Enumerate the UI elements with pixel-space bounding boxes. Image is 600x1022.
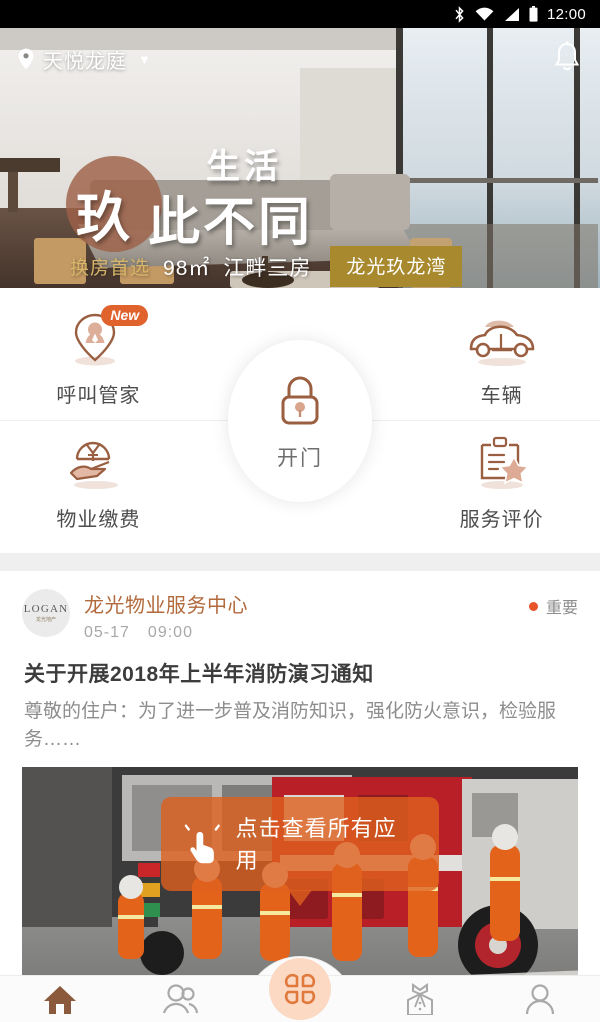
- news-body: 尊敬的住户：为了进一步普及消防知识，强化防火意识，检验服务……: [24, 701, 557, 750]
- tooltip-view-all-apps[interactable]: 点击查看所有应用: [161, 797, 439, 907]
- quick-action-property-payment[interactable]: 物业缴费: [0, 421, 197, 544]
- status-bar: 12:00: [0, 0, 600, 28]
- bottom-navigation: [0, 957, 600, 1022]
- apps-center-button[interactable]: [269, 957, 331, 1020]
- status-bar-time: 12:00: [546, 5, 586, 23]
- tooltip-text: 点击查看所有应用: [235, 816, 397, 874]
- tab-community[interactable]: [120, 976, 240, 1022]
- banner-hero-line-3: 此不同: [148, 194, 314, 252]
- news-meta: 龙光物业服务中心 05-17 09:00: [84, 589, 529, 642]
- app-root: 12:00 天悦龙庭 ▼ 生活 玖 此不同 换房首选 98㎡ 江畔三房 龙光玖龙…: [0, 0, 600, 1022]
- quick-action-call-butler[interactable]: New 呼叫管家: [0, 296, 197, 420]
- news-date: 05-17: [84, 624, 130, 641]
- tab-butler[interactable]: [360, 976, 480, 1022]
- car-icon-wrap: [463, 309, 541, 367]
- chevron-down-icon[interactable]: ▼: [138, 52, 151, 67]
- clipboard-star-icon: [480, 436, 530, 489]
- banner-sub-gold: 换房首选: [70, 258, 151, 279]
- section-divider: [0, 553, 600, 571]
- quick-action-label: 呼叫管家: [56, 384, 141, 407]
- important-label: 重要: [545, 600, 578, 617]
- tap-hand-icon: [184, 824, 220, 864]
- quick-action-label: 车辆: [480, 384, 523, 407]
- hand-yuan-coin-icon-wrap: [63, 433, 133, 491]
- clipboard-star-icon-wrap: [468, 433, 536, 491]
- car-icon: [469, 320, 534, 366]
- banner-hero-line-2: 玖: [76, 188, 131, 248]
- clover-grid-icon: [284, 973, 316, 1004]
- hand-yuan-coin-icon: [70, 441, 119, 489]
- avatar: LOGAN 龙光地产: [22, 589, 70, 637]
- avatar-logo-subtext: 龙光地产: [35, 618, 56, 623]
- important-dot-icon: [528, 601, 538, 611]
- tab-home[interactable]: [0, 976, 120, 1022]
- cellular-signal-icon: [504, 7, 519, 21]
- quick-action-label: 物业缴费: [56, 509, 141, 531]
- avatar-logo-text: LOGAN: [23, 603, 69, 615]
- quick-actions-panel: New 呼叫管家 车辆 物业缴费 服务评价 开门: [0, 288, 600, 553]
- butler-pin-icon-wrap: New: [65, 304, 149, 367]
- promo-banner[interactable]: 天悦龙庭 ▼ 生活 玖 此不同 换房首选 98㎡ 江畔三房 龙光玖龙湾: [0, 28, 600, 288]
- home-icon: [44, 986, 76, 1014]
- news-clock: 09:00: [147, 624, 193, 641]
- banner-cta-button[interactable]: 龙光玖龙湾: [330, 246, 463, 287]
- open-door-button[interactable]: 开门: [228, 340, 372, 502]
- location-name: 天悦龙庭: [43, 50, 127, 73]
- bluetooth-icon: [455, 5, 464, 23]
- quick-action-service-rating[interactable]: 服务评价: [403, 421, 600, 544]
- notification-button[interactable]: [552, 40, 582, 79]
- battery-icon: [529, 6, 538, 22]
- quick-action-vehicle[interactable]: 车辆: [403, 296, 600, 420]
- location-pin-icon: [18, 48, 34, 70]
- people-icon: [162, 984, 198, 1014]
- wifi-icon: [475, 7, 494, 20]
- app-header: 天悦龙庭 ▼: [0, 28, 600, 90]
- open-door-label: 开门: [277, 447, 323, 470]
- bell-icon: [554, 41, 580, 70]
- news-source: 龙光物业服务中心: [84, 595, 248, 617]
- lock-icon: [281, 376, 319, 425]
- quick-action-label: 服务评价: [459, 509, 544, 531]
- banner-subtitle-row: 换房首选 98㎡ 江畔三房 龙光玖龙湾: [70, 246, 463, 287]
- new-badge: New: [101, 304, 149, 326]
- status-badge: 重要: [528, 594, 578, 618]
- tab-profile[interactable]: [480, 976, 600, 1022]
- location-selector[interactable]: 天悦龙庭 ▼: [18, 45, 151, 74]
- news-title: 关于开展2018年上半年消防演习通知: [24, 663, 374, 686]
- person-icon: [525, 984, 555, 1014]
- tab-apps[interactable]: [240, 957, 360, 1022]
- banner-sub-rooms: 江畔三房: [223, 256, 312, 280]
- news-card[interactable]: LOGAN 龙光地产 龙光物业服务中心 05-17 09:00 重要 关于开展20…: [0, 571, 600, 1022]
- tooltip-arrow: [288, 890, 312, 907]
- butler-suit-icon: [407, 983, 433, 1015]
- news-header: LOGAN 龙光地产 龙光物业服务中心 05-17 09:00 重要: [22, 589, 578, 642]
- news-timestamp: 05-17 09:00: [84, 624, 529, 642]
- banner-sub-area: 98㎡: [163, 256, 211, 280]
